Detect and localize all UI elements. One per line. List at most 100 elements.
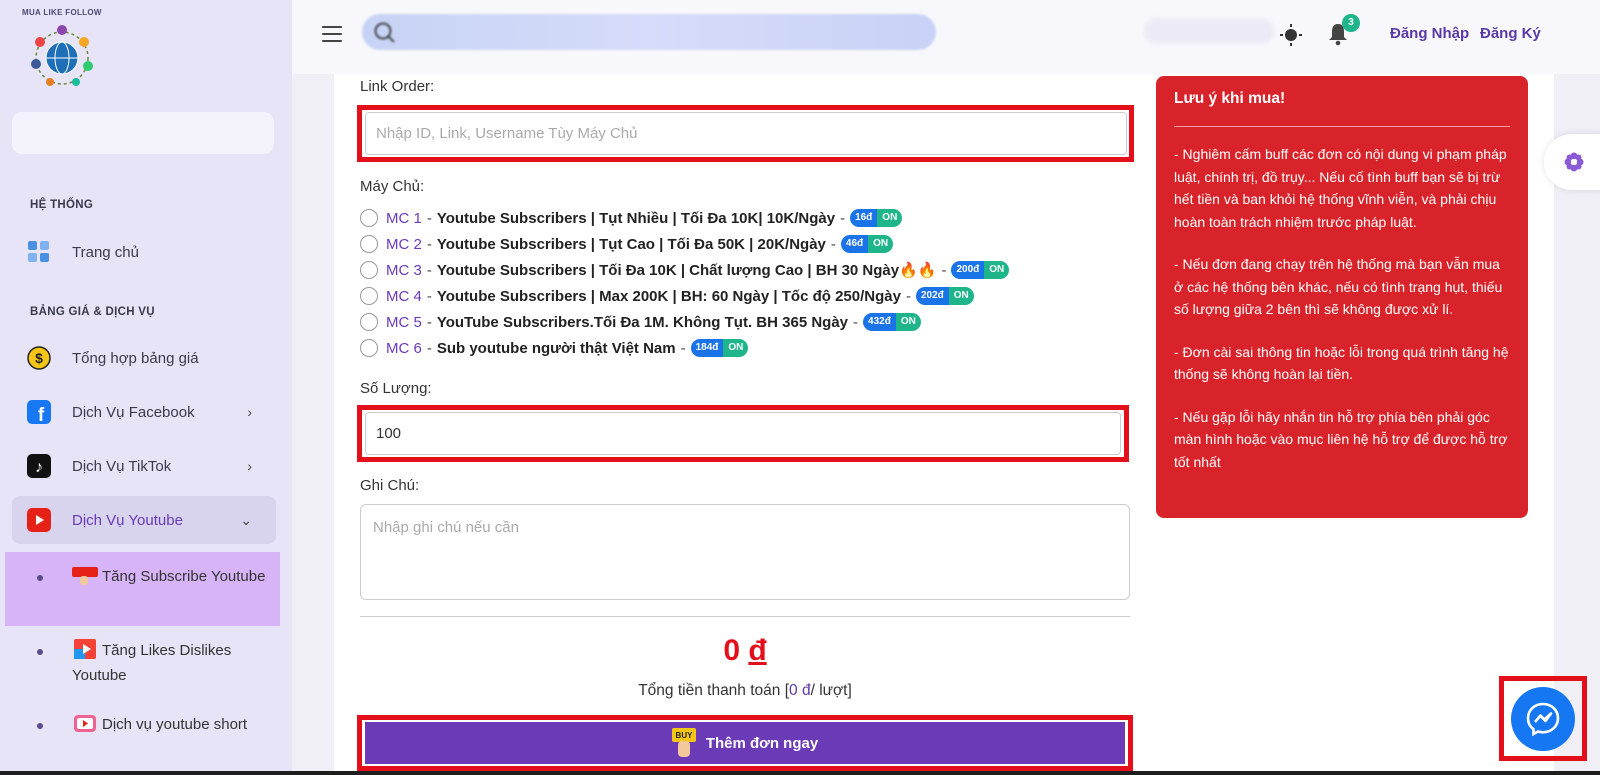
radio-button[interactable]: [360, 313, 378, 331]
notice-title: Lưu ý khi mua!: [1174, 90, 1286, 107]
price-badge: 202đ ON: [915, 287, 974, 305]
server-option-1[interactable]: MC 1- Youtube Subscribers | Tụt Nhiều | …: [360, 207, 903, 229]
sidebar-subitem-likes[interactable]: Tăng Likes Dislikes Youtube: [5, 632, 280, 694]
svg-text:f: f: [38, 405, 45, 424]
sidebar-item-home[interactable]: Trang chủ: [12, 228, 276, 276]
note-textarea[interactable]: Nhập ghi chú nếu cần: [360, 504, 1130, 600]
radio-button[interactable]: [360, 287, 378, 305]
total-label-prefix: Tổng tiền thanh toán [: [638, 682, 790, 699]
buy-hand-icon: BUY: [671, 728, 696, 757]
chevron-right-icon: ›: [247, 404, 252, 420]
sidebar-subitem-label: Dịch vụ youtube short: [102, 716, 248, 733]
messenger-highlight: [1499, 676, 1587, 761]
status-on: ON: [895, 313, 921, 331]
price-badge: 432đ ON: [863, 313, 921, 331]
add-order-label: Thêm đơn ngay: [705, 734, 819, 752]
buy-badge-text: BUY: [675, 731, 693, 740]
notice-paragraph: - Nếu đơn đang chạy trên hệ thống mà bạn…: [1174, 256, 1503, 317]
server-option-6[interactable]: MC 6- Sub youtube người thật Việt Nam - 1…: [360, 337, 749, 359]
server-name: Sub youtube người thật Việt Nam: [436, 339, 676, 357]
radio-button[interactable]: [360, 339, 378, 357]
sidebar-item-facebook[interactable]: f Dịch Vụ Facebook ›: [12, 388, 276, 436]
separator: -: [905, 287, 911, 305]
menu-icon[interactable]: [322, 26, 342, 44]
sidebar-subitem-shorts[interactable]: Dịch vụ youtube short: [5, 706, 280, 768]
server-option-5[interactable]: MC 5 - YouTube Subscribers.Tối Đa 1M. Khô…: [360, 311, 921, 333]
price-value: 200đ: [951, 261, 985, 279]
topbar: 3 Đăng Nhập Đăng Ký: [292, 0, 1600, 74]
sidebar-subitem-subscribe[interactable]: Tăng Subscribe Youtube: [5, 552, 280, 626]
server-option-2[interactable]: MC 2- Youtube Subscribers | Tụt Cao | Tố…: [360, 233, 894, 255]
purchase-notice: Lưu ý khi mua! - Nghiêm cấm buff các đơn…: [1156, 76, 1528, 518]
link-order-input[interactable]: Nhập ID, Link, Username Tùy Máy Chủ: [365, 112, 1127, 155]
price-value: 184đ: [690, 339, 724, 357]
section-title-system: HỆ THỐNG: [30, 199, 94, 211]
server-code: MC 1: [386, 209, 422, 227]
svg-text:$: $: [35, 350, 43, 366]
top-search-bar[interactable]: [362, 14, 936, 50]
section-title-pricing: BẢNG GIÁ & DỊCH VỤ: [30, 306, 155, 318]
sidebar-item-label: Trang chủ: [72, 243, 139, 261]
sidebar-item-youtube[interactable]: Dịch Vụ Youtube ⌄: [12, 496, 276, 544]
globe-logo-icon: [31, 25, 93, 86]
server-code: MC 5: [386, 313, 422, 331]
bottom-edge: [0, 771, 1600, 775]
facebook-icon: f: [26, 399, 52, 425]
separator: -: [426, 209, 432, 227]
server-name: YouTube Subscribers.Tối Đa 1M. Không Tụt…: [436, 313, 849, 331]
subscribe-icon: [72, 565, 98, 585]
notice-paragraph: - Đơn cài sai thông tin hoặc lỗi trong q…: [1174, 343, 1509, 383]
sidebar-item-tiktok[interactable]: ♪ Dịch Vụ TikTok ›: [12, 442, 276, 490]
sidebar: MUA LIKE FOLLOW HỆ THỐNG Trang chủ BẢNG …: [0, 0, 292, 775]
server-option-3[interactable]: MC 3- Youtube Subscribers | Tối Đa 10K |…: [360, 259, 1010, 281]
price-badge: 184đ ON: [690, 339, 749, 357]
link-order-label: Link Order:: [360, 78, 435, 95]
login-link[interactable]: Đăng Nhập: [1390, 25, 1469, 42]
unit-price: 0 đ: [789, 682, 811, 699]
sidebar-search[interactable]: [12, 112, 274, 154]
note-label: Ghi Chú:: [360, 477, 420, 494]
total-value: 0: [723, 634, 740, 667]
sidebar-item-pricing[interactable]: $ Tổng hợp bảng giá: [12, 334, 276, 382]
server-name: Youtube Subscribers | Tụt Nhiều | Tối Đa…: [436, 209, 836, 227]
site-logo[interactable]: MUA LIKE FOLLOW: [22, 8, 108, 94]
separator: -: [426, 287, 432, 305]
notice-paragraph: - Nghiêm cấm buff các đơn có nội dung vi…: [1174, 146, 1507, 230]
radio-button[interactable]: [360, 209, 378, 227]
messenger-icon: [1526, 702, 1560, 736]
customizer-toggle[interactable]: [1544, 134, 1600, 190]
price-value: 202đ: [915, 287, 949, 305]
register-link[interactable]: Đăng Ký: [1480, 25, 1541, 42]
price-badge: 16đ ON: [850, 209, 903, 227]
messenger-button[interactable]: [1511, 686, 1575, 751]
radio-button[interactable]: [360, 235, 378, 253]
tiktok-icon: ♪: [26, 453, 52, 479]
total-label-suffix: / lượt]: [810, 682, 852, 699]
notice-paragraph: - Nếu gặp lỗi hãy nhắn tin hỗ trợ phía b…: [1174, 408, 1508, 470]
bullet-dot: [37, 723, 43, 729]
youtube-icon: [26, 507, 52, 533]
price-value: 46đ: [840, 235, 869, 253]
separator: -: [853, 313, 859, 331]
separator: -: [426, 339, 432, 357]
server-option-4[interactable]: MC 4- Youtube Subscribers | Max 200K | B…: [360, 285, 974, 307]
price-badge: 46đ ON: [840, 235, 894, 253]
server-label: Máy Chủ:: [360, 178, 425, 195]
add-order-button[interactable]: BUY Thêm đơn ngay: [365, 722, 1125, 764]
theme-toggle-icon[interactable]: [1280, 24, 1302, 46]
separator: -: [941, 261, 947, 279]
server-name: Youtube Subscribers | Tối Đa 10K | Chất …: [436, 262, 937, 279]
status-on: ON: [868, 235, 894, 253]
dashboard-icon: [26, 239, 52, 265]
server-code: MC 2: [386, 235, 422, 253]
quantity-input[interactable]: 100: [365, 412, 1121, 455]
separator: -: [426, 235, 432, 253]
divider: [360, 616, 1130, 617]
quantity-label: Số Lượng:: [360, 380, 432, 397]
chevron-down-icon: ⌄: [240, 511, 252, 528]
notification-badge: 3: [1342, 14, 1360, 32]
notice-divider: [1174, 126, 1510, 127]
radio-button[interactable]: [360, 261, 378, 279]
status-on: ON: [984, 261, 1010, 279]
price-value: 432đ: [863, 313, 896, 331]
